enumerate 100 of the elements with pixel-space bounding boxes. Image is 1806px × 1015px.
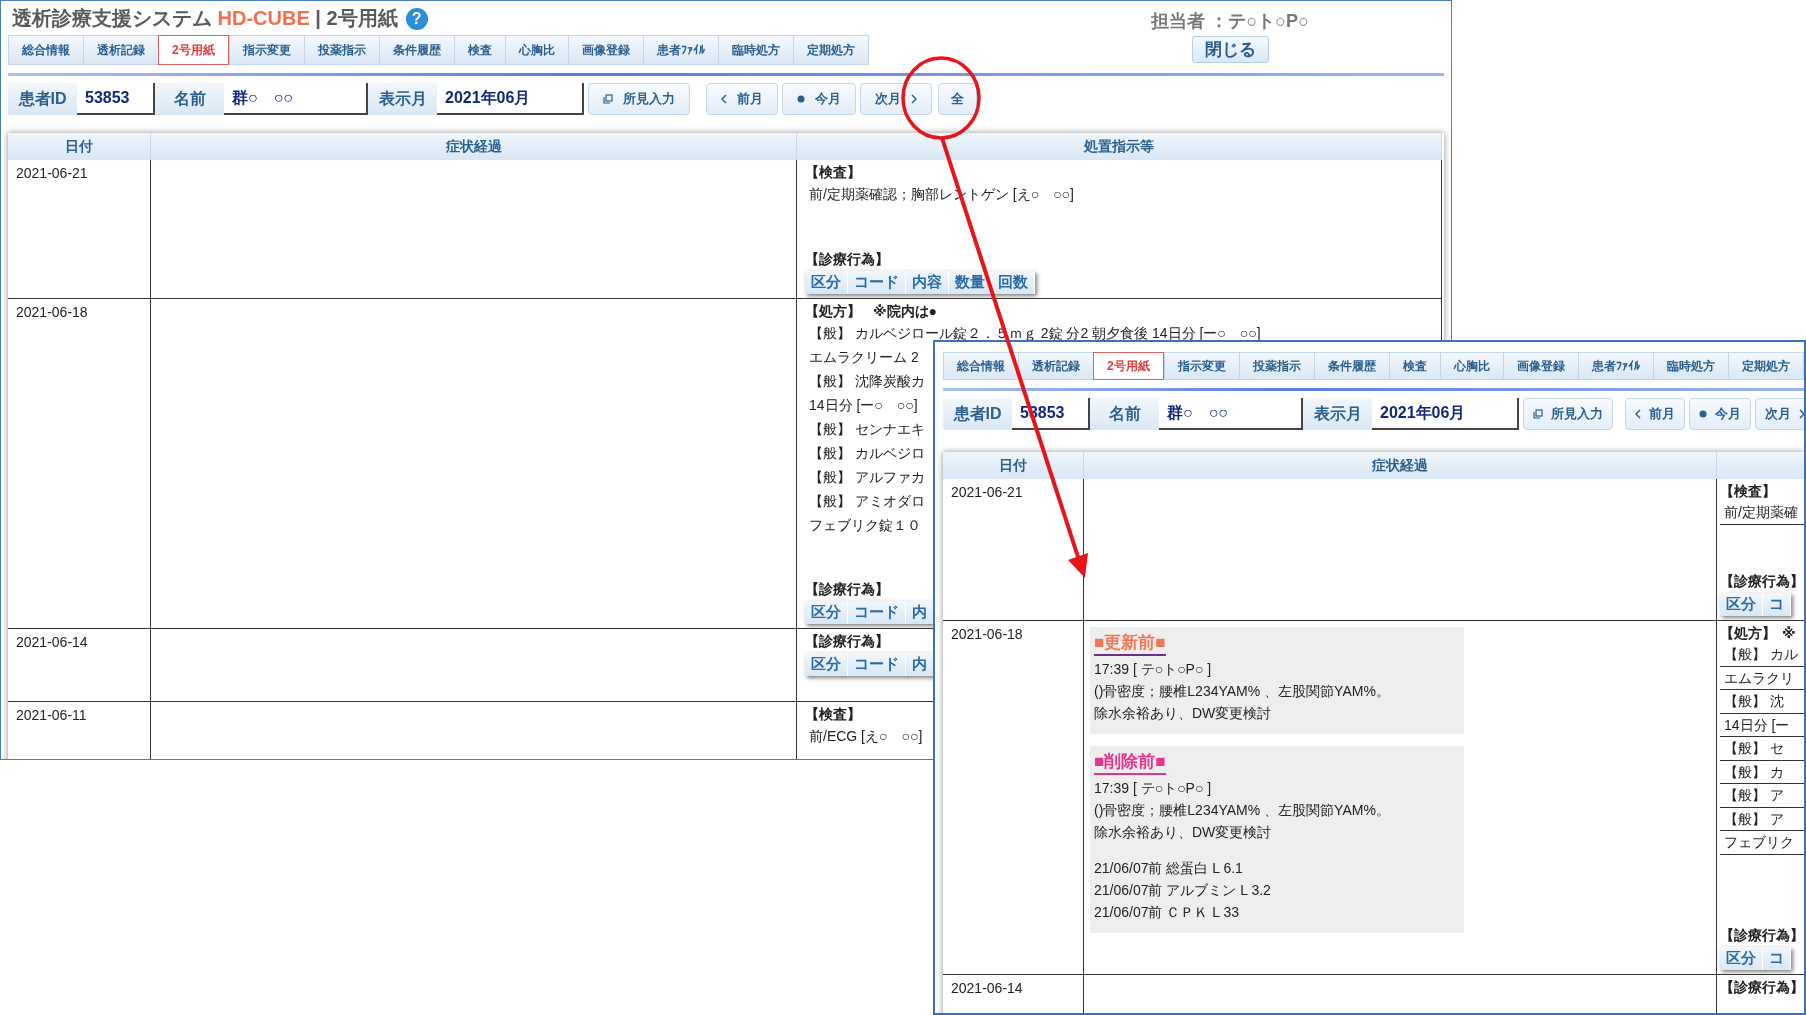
dot-icon [797, 95, 805, 103]
treatment-line: エムラクリーム 2 [808, 348, 919, 367]
section-note: ※ [1782, 625, 1796, 643]
table-header-cell: 区分 [805, 653, 848, 676]
tab[interactable]: 定期処方 [1727, 352, 1804, 380]
chevron-right-icon [911, 94, 917, 104]
tab[interactable]: 2号用紙 [1093, 352, 1164, 380]
date-cell: 2021-06-14 [16, 634, 88, 650]
toolbar-button[interactable]: 次月 [1755, 398, 1804, 430]
column-header: 日付 [943, 452, 1084, 479]
column-header: 症状経過 [151, 133, 797, 160]
table-header-cell: 区分 [1720, 593, 1763, 616]
treatment-line: エムラクリ [1720, 666, 1804, 690]
tab[interactable]: 条件履歴 [1313, 352, 1389, 380]
treatment-line: 14日分 [ー○ ○○] [808, 396, 918, 415]
help-button[interactable]: ? [405, 7, 428, 30]
section-heading: 【診療行為】 [805, 633, 889, 651]
toolbar-button[interactable]: 全 [938, 83, 977, 115]
tab[interactable]: 臨時処方 [1652, 352, 1728, 380]
toolbar-button[interactable]: 今月 [782, 83, 856, 115]
value-field: 2021年06月 [1372, 398, 1519, 430]
section-heading: 【診療行為】 [805, 581, 889, 599]
column-header: 症状経過 [1084, 452, 1717, 479]
section-heading: 【診療行為】 [1720, 979, 1804, 997]
tab[interactable]: 画像登録 [1502, 352, 1578, 380]
date-cell: 2021-06-21 [951, 484, 1023, 500]
history-heading: ■削除前■ [1094, 750, 1166, 775]
treatment-line: 前/ECG [え○ ○○] [808, 727, 923, 746]
table-header-cell: 内 [906, 601, 934, 624]
history-line: 17:39 [ テ○ト○P○ ] [1094, 660, 1213, 679]
table-header-cell: 数量 [949, 271, 992, 294]
tab[interactable]: 総合情報 [943, 352, 1018, 380]
tab[interactable]: 指示変更 [228, 35, 304, 65]
tab[interactable]: 投薬指示 [1238, 352, 1314, 380]
field-label: 表示月 [368, 83, 437, 115]
chevron-left-icon [721, 94, 727, 104]
tab[interactable]: 総合情報 [8, 35, 83, 65]
column-header: 日付 [8, 133, 151, 160]
date-cell: 2021-06-18 [951, 626, 1023, 642]
tab[interactable]: 2号用紙 [158, 35, 229, 65]
treatment-line: 【般】 沈降炭酸カ [808, 372, 925, 391]
treatment-line: 【般】 カル [1720, 643, 1804, 667]
section-heading: 【処方】 [1720, 625, 1776, 643]
tab[interactable]: 検査 [453, 35, 505, 65]
treatment-line: 【般】 ア [1720, 807, 1804, 831]
section-heading: 【検査】 [1720, 483, 1776, 501]
tab[interactable]: 定期処方 [792, 35, 869, 65]
tab[interactable]: 臨時処方 [717, 35, 793, 65]
dot-icon [1699, 410, 1707, 418]
tab[interactable]: 患者ﾌｧｲﾙ [642, 35, 718, 65]
history-line: 除水余裕あり、DW変更検討 [1094, 823, 1273, 842]
table-header-cell: コ [1763, 947, 1791, 970]
toolbar-button[interactable]: 前月 [706, 83, 778, 115]
toolbar-button[interactable]: 今月 [1689, 398, 1751, 430]
field-label: 名前 [155, 83, 224, 115]
lab-result: 21/06/07前 総蛋白 L 6.1 [1094, 859, 1244, 878]
table-header-cell: 区分 [805, 601, 848, 624]
tab[interactable]: 検査 [1388, 352, 1440, 380]
date-cell: 2021-06-14 [951, 980, 1023, 996]
table-header-cell: コード [848, 653, 906, 676]
tab[interactable]: 投薬指示 [303, 35, 379, 65]
date-cell: 2021-06-21 [16, 165, 88, 181]
close-button[interactable]: 閉じる [1191, 36, 1269, 63]
section-heading: 【診療行為】 [805, 251, 889, 269]
tab[interactable]: 指示変更 [1163, 352, 1239, 380]
field-label: 患者ID [8, 83, 77, 115]
value-field: 2021年06月 [437, 83, 584, 115]
field-label: 患者ID [943, 398, 1012, 430]
history-line: 17:39 [ テ○ト○P○ ] [1094, 779, 1213, 798]
staff-label: 担当者 ：テ○ト○P○ [1151, 10, 1309, 33]
tab[interactable]: 透析記録 [83, 35, 158, 65]
tab[interactable]: 透析記録 [1018, 352, 1093, 380]
toolbar-button[interactable]: 所見入力 [588, 83, 690, 115]
table-header-cell: 回数 [992, 271, 1035, 294]
date-cell: 2021-06-11 [16, 707, 87, 723]
section-heading: 【診療行為】 [1720, 573, 1804, 591]
treatment-line: 【般】 アルファカ [808, 468, 925, 487]
treatment-line: フェブリク錠１０ [808, 516, 921, 535]
toolbar-button[interactable]: 次月 [860, 83, 932, 115]
treatment-line: 【般】 カルベジロ [808, 444, 925, 463]
history-line: 除水余裕あり、DW変更検討 [1094, 704, 1273, 723]
toolbar-button[interactable]: 所見入力 [1523, 398, 1613, 430]
tab[interactable]: 画像登録 [567, 35, 643, 65]
tab[interactable]: 心胸比 [1439, 352, 1503, 380]
treatment-line: 【般】 沈 [1720, 690, 1804, 714]
tab[interactable]: 患者ﾌｧｲﾙ [1577, 352, 1653, 380]
tab[interactable]: 条件履歴 [378, 35, 454, 65]
lab-result: 21/06/07前 アルブミン L 3.2 [1094, 881, 1272, 900]
field-label: 名前 [1090, 398, 1159, 430]
chevron-right-icon [1799, 409, 1804, 419]
table-header-cell: 区分 [1720, 947, 1763, 970]
tab[interactable]: 心胸比 [504, 35, 568, 65]
section-heading: 【診療行為】 [1720, 927, 1804, 945]
window-icon [1533, 409, 1543, 419]
table-header-cell: コード [848, 271, 906, 294]
history-heading: ■更新前■ [1094, 631, 1166, 656]
table-header-cell: 区分 [805, 271, 848, 294]
treatment-line: 前/定期薬確 [1720, 501, 1804, 525]
treatment-line: 【般】 セ [1720, 737, 1804, 761]
toolbar-button[interactable]: 前月 [1625, 398, 1685, 430]
